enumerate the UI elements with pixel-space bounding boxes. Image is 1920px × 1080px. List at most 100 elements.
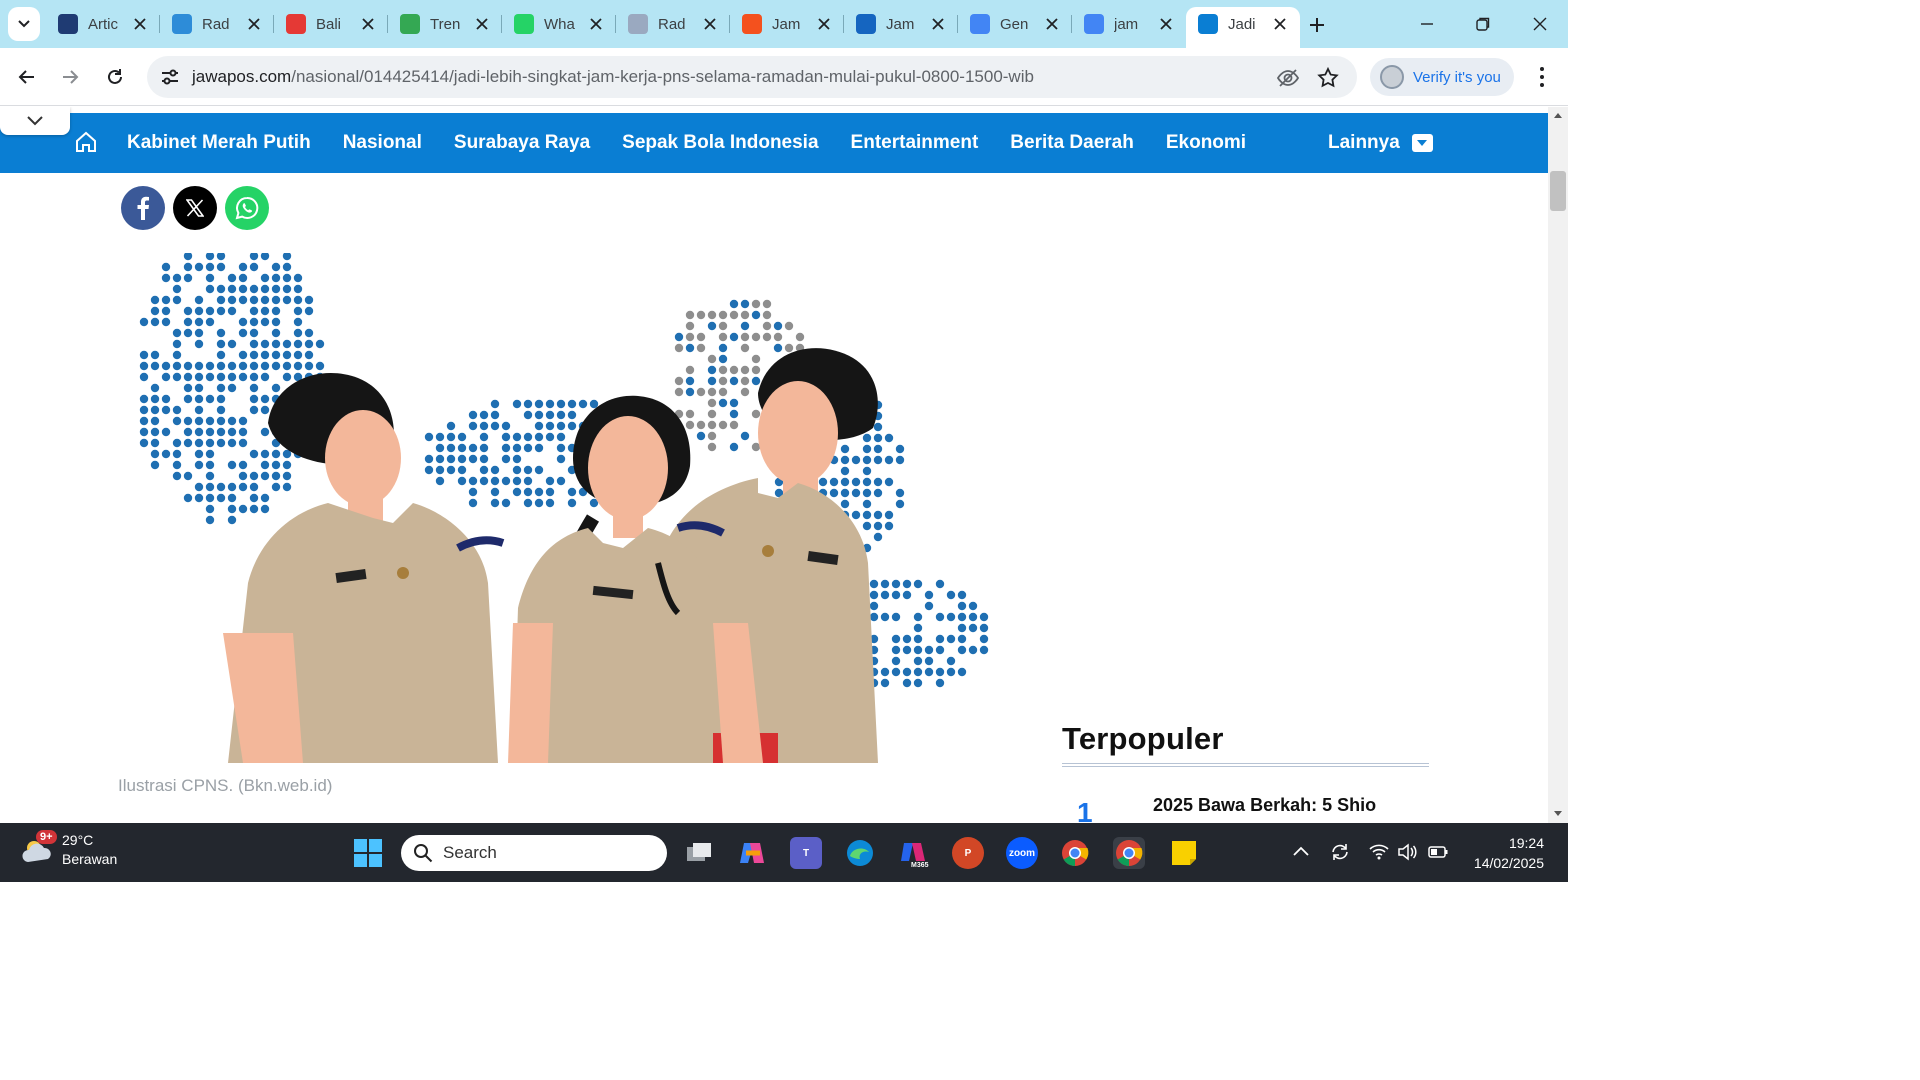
zoom-icon[interactable]: zoom (1006, 837, 1038, 869)
scroll-down-icon[interactable] (1553, 810, 1563, 818)
weather-cloud-icon: 9+ (20, 830, 57, 868)
close-tab-icon[interactable] (1044, 16, 1060, 32)
restore-button[interactable] (1463, 8, 1503, 40)
share-whatsapp-button[interactable] (225, 186, 269, 230)
chevron-up-icon[interactable] (1290, 841, 1312, 863)
volume-icon[interactable] (1396, 841, 1418, 863)
powerpoint-icon[interactable]: P (952, 837, 984, 869)
bookmark-star-icon[interactable] (1316, 66, 1340, 90)
nav-link[interactable]: Sepak Bola Indonesia (606, 132, 834, 154)
browser-tab[interactable]: Jam (844, 7, 958, 41)
jp-icon (1198, 14, 1218, 34)
browser-tab[interactable]: Bali (274, 7, 388, 41)
close-tab-icon[interactable] (588, 16, 604, 32)
browser-tab[interactable]: Artic (46, 7, 160, 41)
browser-tab[interactable]: Wha (502, 7, 616, 41)
nav-more-menu[interactable]: Lainnya (1328, 113, 1433, 173)
battery-icon[interactable] (1427, 841, 1449, 863)
close-tab-icon[interactable] (132, 16, 148, 32)
tab-list: Artic Rad Bali Tren Wha Rad Jam Jam Gen jam Jadi (46, 7, 1300, 48)
t-icon (856, 14, 876, 34)
cpns-illustration (139, 253, 989, 763)
new-tab-button[interactable] (1302, 10, 1332, 40)
reload-button[interactable] (100, 62, 130, 92)
popular-rank-number: 1 (1077, 797, 1093, 823)
close-tab-icon[interactable] (246, 16, 262, 32)
nav-link[interactable]: Berita Daerah (994, 132, 1150, 154)
chrome-profile-icon[interactable] (1113, 837, 1145, 869)
page-scrollbar[interactable] (1548, 107, 1568, 823)
browser-tab[interactable]: Rad (160, 7, 274, 41)
nav-link[interactable]: Nasional (327, 132, 438, 154)
tab-search-button[interactable] (8, 7, 40, 41)
windows-logo-tile (369, 839, 382, 852)
chrome-icon[interactable] (1059, 837, 1091, 869)
nav-more-label: Lainnya (1328, 132, 1400, 153)
system-clock[interactable]: 19:24 14/02/2025 (1456, 833, 1544, 873)
windows-logo-tile (354, 854, 367, 867)
wifi-icon[interactable] (1368, 841, 1390, 863)
taskbar-search[interactable]: Search (401, 835, 667, 871)
profile-verify-button[interactable]: Verify it's you (1370, 58, 1514, 96)
back-button[interactable] (12, 62, 42, 92)
search-icon (414, 844, 433, 863)
collapse-nav-button[interactable] (0, 107, 70, 135)
eye-off-icon[interactable] (1276, 66, 1300, 90)
menu-kebab-icon[interactable] (1528, 62, 1556, 92)
tab-title: Wha (544, 15, 575, 33)
browser-tab[interactable]: Jadi (1186, 7, 1300, 48)
tab-title: Artic (88, 15, 118, 33)
browser-tab[interactable]: Tren (388, 7, 502, 41)
close-window-button[interactable] (1520, 8, 1560, 40)
share-facebook-button[interactable] (121, 186, 165, 230)
task-view-icon[interactable] (683, 837, 715, 869)
x-logo-icon (186, 199, 204, 217)
close-tab-icon[interactable] (360, 16, 376, 32)
close-tab-icon[interactable] (816, 16, 832, 32)
article-hero-image (118, 253, 1025, 763)
nav-link[interactable]: Kabinet Merah Putih (111, 132, 327, 154)
nav-link[interactable]: Surabaya Raya (438, 132, 606, 154)
share-x-button[interactable] (173, 186, 217, 230)
address-bar[interactable]: jawapos.com/nasional/014425414/jadi-lebi… (147, 56, 1357, 98)
tab-title: jam (1114, 15, 1139, 33)
b-red-icon (286, 14, 306, 34)
home-icon[interactable] (74, 130, 98, 154)
forward-button[interactable] (55, 62, 85, 92)
browser-tab[interactable]: Rad (616, 7, 730, 41)
reload-icon (108, 69, 122, 84)
start-button[interactable] (354, 839, 382, 867)
teams-icon[interactable]: T (790, 837, 822, 869)
browser-tab[interactable]: Gen (958, 7, 1072, 41)
weather-temp: 29°C (62, 832, 94, 848)
browser-tab[interactable]: jam (1072, 7, 1186, 41)
weather-widget[interactable]: 9+ 29°C Berawan (20, 830, 117, 869)
m365-icon[interactable]: M365 (898, 837, 930, 869)
restore-icon (1476, 17, 1490, 31)
sync-icon[interactable] (1329, 841, 1351, 863)
minimize-button[interactable] (1407, 8, 1447, 40)
close-tab-icon[interactable] (702, 16, 718, 32)
close-tab-icon[interactable] (474, 16, 490, 32)
nav-link[interactable]: Ekonomi (1150, 132, 1262, 154)
copilot-icon[interactable] (736, 837, 768, 869)
arrow-left-icon (18, 70, 34, 84)
tab-title: Jadi (1228, 15, 1256, 33)
windows-logo-tile (354, 839, 367, 852)
web-page: Kabinet Merah Putih Nasional Surabaya Raya… (0, 107, 1548, 823)
scroll-up-icon[interactable] (1553, 111, 1563, 119)
close-tab-icon[interactable] (1272, 16, 1288, 32)
popular-item-link[interactable]: 2025 Bawa Berkah: 5 Shio (1153, 795, 1376, 816)
sticky-notes-icon[interactable] (1168, 837, 1200, 869)
b-blue-icon (172, 14, 192, 34)
chevron-down-icon (27, 116, 43, 126)
browser-tab[interactable]: Jam (730, 7, 844, 41)
heading-divider (1062, 763, 1429, 767)
scrollbar-thumb[interactable] (1550, 171, 1566, 211)
site-info-icon[interactable] (159, 66, 181, 88)
close-tab-icon[interactable] (930, 16, 946, 32)
close-tab-icon[interactable] (1158, 16, 1174, 32)
search-placeholder: Search (443, 843, 497, 862)
edge-icon[interactable] (844, 837, 876, 869)
nav-link[interactable]: Entertainment (835, 132, 995, 154)
